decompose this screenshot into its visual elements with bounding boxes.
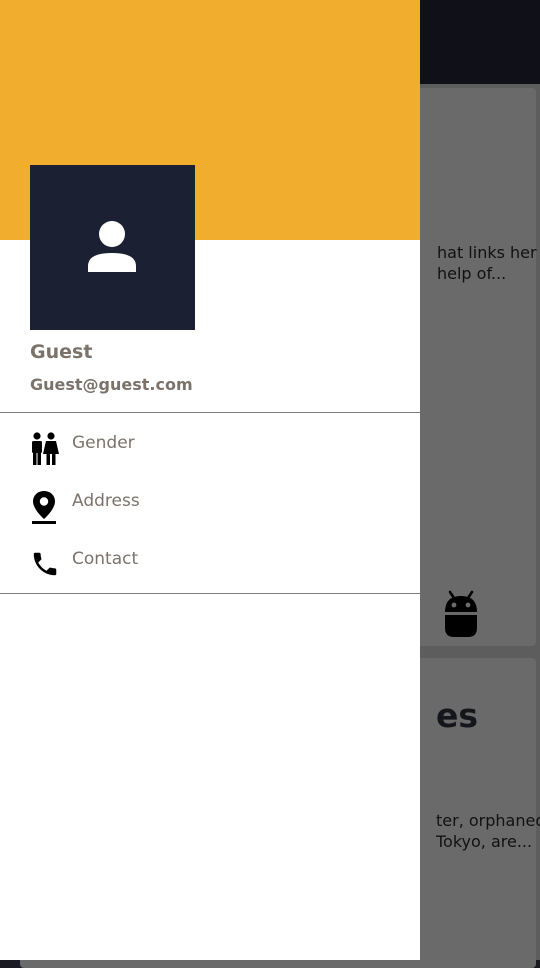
- person-icon: [88, 221, 136, 272]
- avatar[interactable]: [30, 165, 195, 330]
- android-icon[interactable]: [442, 588, 480, 640]
- card-title: es: [436, 696, 479, 735]
- user-email: Guest@guest.com: [30, 375, 193, 394]
- location-pin-icon: [32, 491, 56, 524]
- card-description-line: help of...: [437, 264, 507, 283]
- divider: [0, 593, 420, 594]
- menu-item-contact[interactable]: Contact: [0, 536, 420, 594]
- user-name: Guest: [30, 341, 93, 363]
- divider: [0, 412, 420, 413]
- card-description-line: hat links her: [437, 243, 537, 262]
- menu-item-label: Gender: [72, 433, 135, 453]
- menu-item-label: Contact: [72, 549, 139, 569]
- menu-item-address[interactable]: Address: [0, 478, 420, 536]
- phone-icon: [33, 552, 57, 576]
- navigation-drawer: Guest Guest@guest.com Gender Address Con…: [0, 0, 420, 960]
- menu-item-gender[interactable]: Gender: [0, 420, 420, 478]
- card-description-line: Tokyo, are...: [436, 832, 533, 851]
- card-description-line: ter, orphaned: [436, 811, 540, 830]
- gender-icon: [32, 432, 59, 465]
- menu-item-label: Address: [72, 491, 140, 511]
